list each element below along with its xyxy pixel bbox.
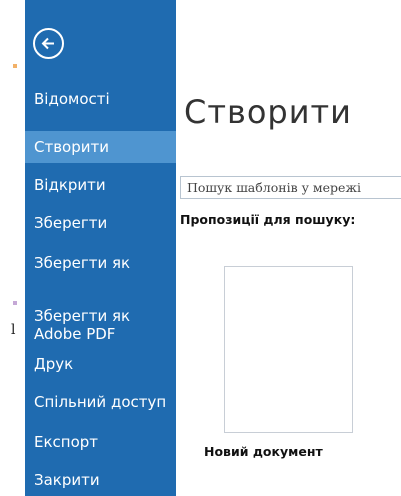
back-arrow-icon — [41, 37, 54, 50]
sidebar-item-label: Відкрити — [34, 176, 106, 194]
sidebar-item-save-as-pdf[interactable]: Зберегти як Adobe PDF — [25, 289, 176, 343]
back-button[interactable] — [33, 28, 64, 59]
sidebar-item-save[interactable]: Зберегти — [25, 211, 176, 236]
main-panel: Створити Пропозиції для пошуку: Новий до… — [176, 0, 401, 496]
sidebar-item-open[interactable]: Відкрити — [25, 173, 176, 198]
sidebar-item-label: Створити — [34, 138, 109, 156]
backstage-sidebar: Відомості Створити Відкрити Зберегти Збе… — [25, 0, 176, 496]
sidebar-item-new[interactable]: Створити — [25, 131, 176, 163]
sidebar-item-share[interactable]: Спільний доступ — [25, 390, 176, 415]
search-suggestions-label: Пропозиції для пошуку: — [180, 212, 356, 227]
sidebar-item-print[interactable]: Друк — [25, 352, 176, 377]
sidebar-item-label: Спільний доступ — [34, 393, 167, 411]
page-margin: l — [0, 0, 25, 496]
sidebar-item-label: Відомості — [34, 90, 110, 108]
sidebar-item-save-as[interactable]: Зберегти як — [25, 251, 176, 276]
sidebar-item-info[interactable]: Відомості — [25, 87, 176, 112]
decorative-marker — [13, 64, 17, 68]
sidebar-item-label: Закрити — [34, 471, 100, 489]
sidebar-item-label: Зберегти — [34, 214, 108, 232]
sidebar-item-label: Зберегти як — [34, 254, 131, 272]
template-search-input[interactable] — [180, 176, 401, 199]
sidebar-item-label: Зберегти як Adobe PDF — [34, 307, 131, 343]
decorative-marker — [13, 301, 17, 305]
sidebar-item-label: Експорт — [34, 433, 99, 451]
margin-letter: l — [11, 322, 16, 338]
sidebar-item-label: Друк — [34, 355, 74, 373]
sidebar-item-close[interactable]: Закрити — [25, 468, 176, 493]
page-title: Створити — [184, 93, 352, 131]
template-label[interactable]: Новий документ — [204, 444, 323, 459]
sidebar-item-export[interactable]: Експорт — [25, 430, 176, 455]
blank-document-thumbnail[interactable] — [224, 266, 353, 433]
